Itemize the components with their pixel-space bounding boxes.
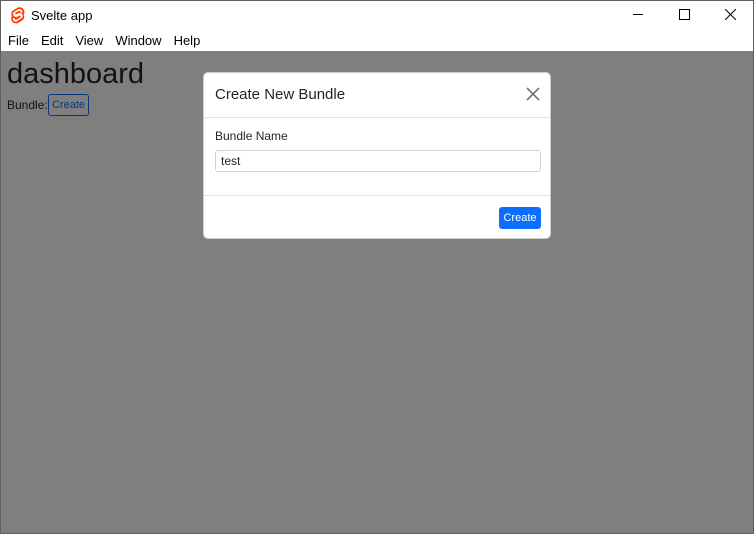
minimize-icon <box>632 7 644 25</box>
menu-window[interactable]: Window <box>109 31 167 51</box>
modal-close-button[interactable] <box>526 87 542 103</box>
modal-header: Create New Bundle <box>204 73 550 118</box>
app-content: dashboard Bundle: Create Create New Bund… <box>1 51 753 533</box>
bundle-name-input[interactable] <box>215 150 541 172</box>
close-icon <box>724 7 736 25</box>
menu-bar: File Edit View Window Help <box>1 31 753 51</box>
window-title: Svelte app <box>31 8 93 23</box>
create-bundle-modal: Create New Bundle Bundle Name Create <box>203 72 551 239</box>
modal-create-button[interactable]: Create <box>499 207 541 229</box>
modal-footer: Create <box>204 195 550 239</box>
bundle-name-label: Bundle Name <box>215 129 288 143</box>
menu-edit[interactable]: Edit <box>35 31 69 51</box>
app-window: Svelte app File Edit View Window Help da… <box>0 0 754 534</box>
maximize-icon <box>678 7 690 25</box>
close-window-button[interactable] <box>707 1 753 31</box>
close-icon <box>526 87 540 101</box>
title-bar[interactable]: Svelte app <box>1 1 753 31</box>
modal-body: Bundle Name <box>204 118 550 195</box>
svelte-icon <box>10 7 26 25</box>
maximize-button[interactable] <box>661 1 707 31</box>
modal-title: Create New Bundle <box>215 86 346 103</box>
menu-view[interactable]: View <box>69 31 109 51</box>
minimize-button[interactable] <box>615 1 661 31</box>
menu-file[interactable]: File <box>1 31 35 51</box>
menu-help[interactable]: Help <box>168 31 207 51</box>
